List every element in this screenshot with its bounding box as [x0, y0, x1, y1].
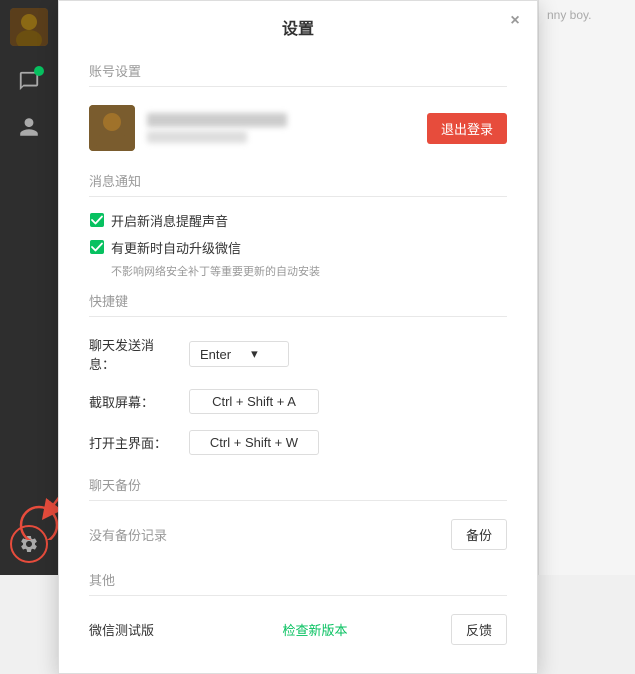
notification-label-0: 开启新消息提醒声音 [111, 211, 228, 230]
chevron-down-icon: ▾ [251, 346, 258, 362]
shortcut-row-2: 打开主界面： Ctrl + Shift + W [89, 422, 507, 463]
shortcut-row-0: 聊天发送消息： Enter ▾ [89, 327, 507, 381]
account-info [147, 113, 415, 143]
right-panel-text: nny boy. [539, 0, 635, 30]
account-id-blurred [147, 131, 247, 143]
account-row: 退出登录 [89, 97, 507, 159]
shortcut-row-1: 截取屏幕： Ctrl + Shift + A [89, 381, 507, 422]
other-section-title: 其他 [89, 558, 507, 596]
feedback-button[interactable]: 反馈 [451, 614, 507, 645]
shortcut-label-0: 聊天发送消息： [89, 335, 179, 373]
modal-header: 设置 × [59, 1, 537, 49]
sidebar-avatar[interactable] [10, 8, 48, 46]
notification-label-1: 有更新时自动升级微信 [111, 238, 241, 257]
sidebar [0, 0, 58, 575]
sidebar-bottom [10, 525, 48, 563]
notification-item-1: 有更新时自动升级微信 不影响网络安全补丁等重要更新的自动安装 [89, 234, 507, 279]
account-section-title: 账号设置 [89, 49, 507, 87]
logout-button[interactable]: 退出登录 [427, 113, 507, 144]
account-avatar [89, 105, 135, 151]
modal-close-button[interactable]: × [505, 11, 525, 31]
backup-section-title: 聊天备份 [89, 463, 507, 501]
backup-button[interactable]: 备份 [451, 519, 507, 550]
modal-body: 账号设置 退出登录 消息通知 [59, 49, 537, 673]
other-label-0: 微信测试版 [89, 620, 179, 639]
shortcut-send-dropdown[interactable]: Enter ▾ [189, 341, 289, 367]
shortcuts-section-title: 快捷键 [89, 279, 507, 317]
shortcut-label-1: 截取屏幕： [89, 392, 179, 411]
notifications-section-title: 消息通知 [89, 159, 507, 197]
account-name-blurred [147, 113, 287, 127]
backup-empty-label: 没有备份记录 [89, 525, 441, 544]
sidebar-item-chat[interactable] [10, 62, 48, 100]
other-row-0: 微信测试版 检查新版本 反馈 [89, 606, 507, 653]
checkbox-update-icon[interactable] [89, 239, 105, 255]
check-version-link[interactable]: 检查新版本 [189, 620, 441, 639]
shortcut-label-2: 打开主界面： [89, 433, 179, 452]
notification-item-0: 开启新消息提醒声音 [89, 207, 507, 234]
shortcut-screenshot-key: Ctrl + Shift + A [189, 389, 319, 414]
settings-modal: 设置 × 账号设置 退出登录 消息通知 [58, 0, 538, 674]
right-panel: nny boy. [538, 0, 635, 575]
shortcut-main-window-key: Ctrl + Shift + W [189, 430, 319, 455]
modal-title: 设置 [282, 21, 314, 38]
backup-row: 没有备份记录 备份 [89, 511, 507, 558]
sidebar-item-contacts[interactable] [10, 108, 48, 146]
checkbox-sound-icon[interactable] [89, 212, 105, 228]
notification-sublabel-1: 不影响网络安全补丁等重要更新的自动安装 [111, 263, 507, 279]
settings-button[interactable] [10, 525, 48, 563]
